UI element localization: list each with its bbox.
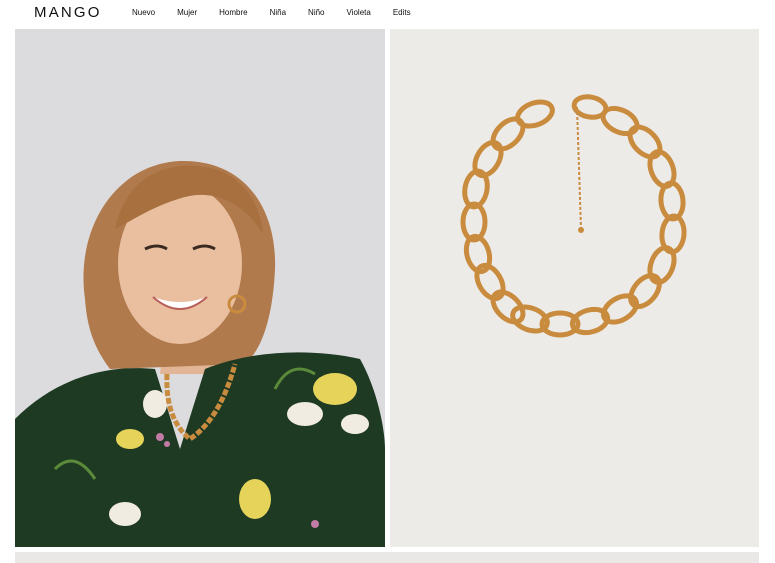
nav-item-violeta[interactable]: Violeta bbox=[347, 7, 371, 18]
main-nav: Nuevo Mujer Hombre Niña Niño Violeta Edi… bbox=[132, 7, 411, 18]
product-image-necklace[interactable] bbox=[390, 29, 759, 547]
necklace-illustration bbox=[390, 29, 759, 547]
nav-item-nuevo[interactable]: Nuevo bbox=[132, 7, 155, 18]
nav-item-nina[interactable]: Niña bbox=[270, 7, 286, 18]
top-navigation-bar: MANGO Nuevo Mujer Hombre Niña Niño Viole… bbox=[0, 0, 775, 28]
nav-item-edits[interactable]: Edits bbox=[393, 7, 411, 18]
nav-item-mujer[interactable]: Mujer bbox=[177, 7, 197, 18]
next-row-preview bbox=[15, 552, 759, 563]
brand-logo[interactable]: MANGO bbox=[34, 4, 102, 22]
nav-item-hombre[interactable]: Hombre bbox=[219, 7, 247, 18]
product-image-model[interactable] bbox=[15, 29, 385, 547]
model-illustration bbox=[15, 29, 385, 547]
nav-item-nino[interactable]: Niño bbox=[308, 7, 324, 18]
